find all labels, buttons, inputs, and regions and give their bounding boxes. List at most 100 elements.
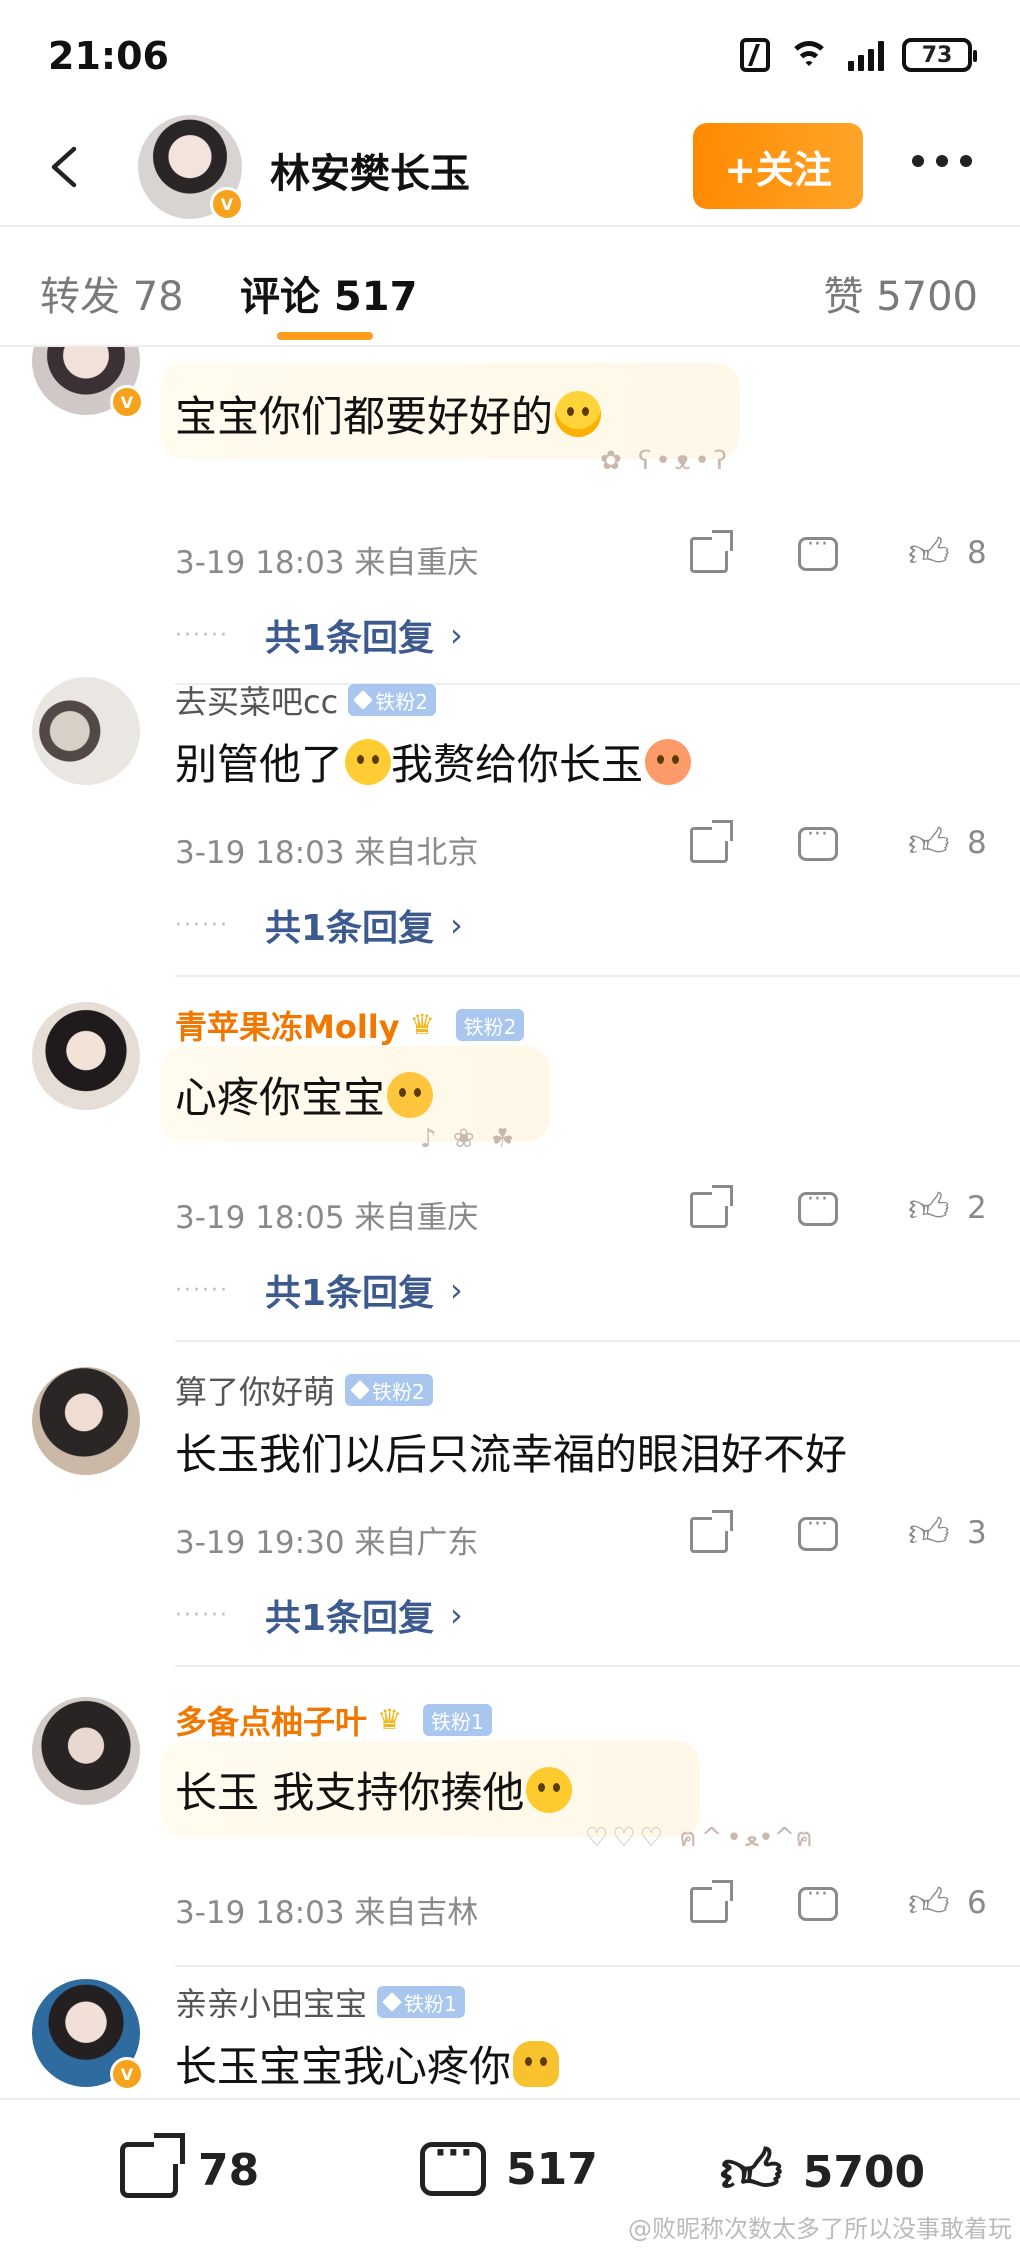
comment-divider xyxy=(175,975,1020,977)
comment-text: 长玉 我支持你揍他 xyxy=(175,1759,573,1820)
comment-meta: 3-19 18:03 来自北京 xyxy=(175,835,479,871)
comment-icon[interactable] xyxy=(798,532,838,571)
comment-icon[interactable] xyxy=(798,1512,838,1551)
status-icons: 73 xyxy=(740,38,977,72)
verified-badge-icon: V xyxy=(110,2057,144,2091)
reply-count-link[interactable]: 共1条回复 xyxy=(265,1589,434,1641)
avatar[interactable] xyxy=(32,677,140,785)
crown-icon: ♛ xyxy=(377,1703,403,1736)
comment-icon[interactable] xyxy=(798,822,838,861)
comment-text: 宝宝你们都要好好的 xyxy=(175,383,602,444)
avatar[interactable]: V xyxy=(32,347,144,419)
like-count: 8 xyxy=(967,825,987,861)
comment-text: 长玉宝宝我心疼你 xyxy=(175,2033,560,2094)
thumbs-up-icon: 👍︎ xyxy=(720,2137,783,2207)
like-count: 5700 xyxy=(802,2146,926,2198)
nfc-icon xyxy=(740,38,770,72)
comment-actions: 👍︎ 8 xyxy=(690,820,990,871)
avatar[interactable] xyxy=(32,1697,140,1805)
bottom-action-bar: 78 517 👍︎ 5700 @败昵称次数太多了所以没事敢着玩 xyxy=(0,2098,1020,2250)
crying-emoji-icon xyxy=(555,391,602,437)
username[interactable]: 去买菜吧cc xyxy=(175,677,338,723)
name-row: 亲亲小田宝宝 铁粉1 xyxy=(175,1979,465,2025)
like-icon[interactable]: 👍︎ xyxy=(908,531,950,575)
chevron-right-icon: › xyxy=(450,1596,463,1634)
diamond-icon xyxy=(350,1380,370,1400)
comment-text: 别管他了 我赘给你长玉 xyxy=(175,731,692,792)
username[interactable]: 算了你好萌 xyxy=(175,1367,335,1413)
crown-icon: ♛ xyxy=(409,1008,435,1041)
follow-button[interactable]: +关注 xyxy=(693,123,863,209)
name-row: 算了你好萌 铁粉2 xyxy=(175,1367,433,1413)
comment-actions: 👍︎ 6 xyxy=(690,1880,990,1931)
hug-emoji-icon xyxy=(513,2041,560,2087)
signal-icon xyxy=(848,39,884,71)
tab-comments[interactable]: 评论 517 xyxy=(240,264,417,322)
like-count: 8 xyxy=(967,535,987,571)
dots-decoration: ······ xyxy=(175,622,229,648)
like-icon[interactable]: 👍︎ xyxy=(908,1186,950,1230)
comment-divider xyxy=(175,1965,1020,1967)
avatar[interactable] xyxy=(32,1002,140,1110)
active-tab-indicator xyxy=(277,332,373,340)
verified-badge-icon: V xyxy=(110,385,144,419)
like-icon[interactable]: 👍︎ xyxy=(908,1511,950,1555)
avatar[interactable]: V xyxy=(32,1979,144,2091)
back-arrow-icon[interactable] xyxy=(42,143,90,191)
share-icon[interactable] xyxy=(690,820,733,863)
battery-icon: 73 xyxy=(902,38,977,72)
reply-count-link[interactable]: 共1条回复 xyxy=(265,609,434,661)
comment-icon[interactable] xyxy=(798,1187,838,1226)
bottom-share-button[interactable]: 78 xyxy=(120,2133,259,2198)
comment-divider xyxy=(175,1665,1020,1667)
share-icon[interactable] xyxy=(690,1510,733,1553)
comment-icon[interactable] xyxy=(798,1882,838,1921)
comment-text: 心疼你宝宝 xyxy=(175,1064,434,1125)
fan-badge: 铁粉2 xyxy=(345,1374,433,1406)
username[interactable]: 青苹果冻Molly xyxy=(175,1002,400,1048)
fan-badge: 铁粉2 xyxy=(455,1009,525,1041)
comment-actions: 👍︎ 3 xyxy=(690,1510,990,1561)
bottom-like-button[interactable]: 👍︎ 5700 xyxy=(720,2142,925,2202)
username[interactable]: 亲亲小田宝宝 xyxy=(175,1979,367,2025)
tab-bar: 转发 78 评论 517 赞 5700 xyxy=(0,250,1020,350)
author-avatar[interactable]: V xyxy=(138,115,244,221)
share-icon[interactable] xyxy=(690,1880,733,1923)
comment-divider xyxy=(175,1340,1020,1342)
comment-actions: 👍︎ 8 xyxy=(690,530,990,581)
like-icon[interactable]: 👍︎ xyxy=(908,1881,950,1925)
diamond-icon xyxy=(353,690,374,710)
bottom-comment-button[interactable]: 517 xyxy=(420,2133,598,2196)
reply-count-link[interactable]: 共1条回复 xyxy=(265,1264,434,1316)
dots-decoration: ······ xyxy=(175,1602,229,1628)
comment-meta: 3-19 18:05 来自重庆 xyxy=(175,1200,479,1236)
replies-link-row[interactable]: ······ 共1条回复 › xyxy=(175,899,463,951)
status-time: 21:06 xyxy=(48,34,169,78)
like-count: 3 xyxy=(967,1515,987,1551)
wifi-icon xyxy=(788,39,830,71)
like-icon[interactable]: 👍︎ xyxy=(908,821,950,865)
replies-link-row[interactable]: ······ 共1条回复 › xyxy=(175,609,463,661)
more-options-icon[interactable] xyxy=(912,155,972,167)
header: V 林安樊长玉 +关注 xyxy=(0,115,1020,225)
replies-link-row[interactable]: ······ 共1条回复 › xyxy=(175,1589,463,1641)
comment-actions: 👍︎ 2 xyxy=(690,1185,990,1236)
name-row: 去买菜吧cc 铁粉2 xyxy=(175,677,436,723)
comment-list: V 宝宝你们都要好好的 ✿ ʕ•ᴥ•ʔ 3-19 18:03 来自重庆 👍︎ 8… xyxy=(0,347,1020,2097)
username[interactable]: 多备点柚子叶 xyxy=(175,1697,367,1743)
fan-badge: 铁粉1 xyxy=(423,1704,492,1736)
avatar[interactable] xyxy=(32,1367,140,1475)
tab-reposts[interactable]: 转发 78 xyxy=(40,264,184,322)
comment-meta: 3-19 18:03 来自重庆 xyxy=(175,545,479,581)
tab-likes[interactable]: 赞 5700 xyxy=(823,264,978,322)
share-icon[interactable] xyxy=(690,530,733,573)
share-icon[interactable] xyxy=(690,1185,733,1228)
header-divider xyxy=(0,225,1020,227)
comment-icon xyxy=(420,2133,486,2196)
author-name[interactable]: 林安樊长玉 xyxy=(270,141,470,199)
chevron-right-icon: › xyxy=(450,616,463,654)
reply-count-link[interactable]: 共1条回复 xyxy=(265,899,434,951)
replies-link-row[interactable]: ······ 共1条回复 › xyxy=(175,1264,463,1316)
watermark: @败昵称次数太多了所以没事敢着玩 xyxy=(628,2215,1012,2243)
comment-meta: 3-19 19:30 来自广东 xyxy=(175,1525,479,1561)
